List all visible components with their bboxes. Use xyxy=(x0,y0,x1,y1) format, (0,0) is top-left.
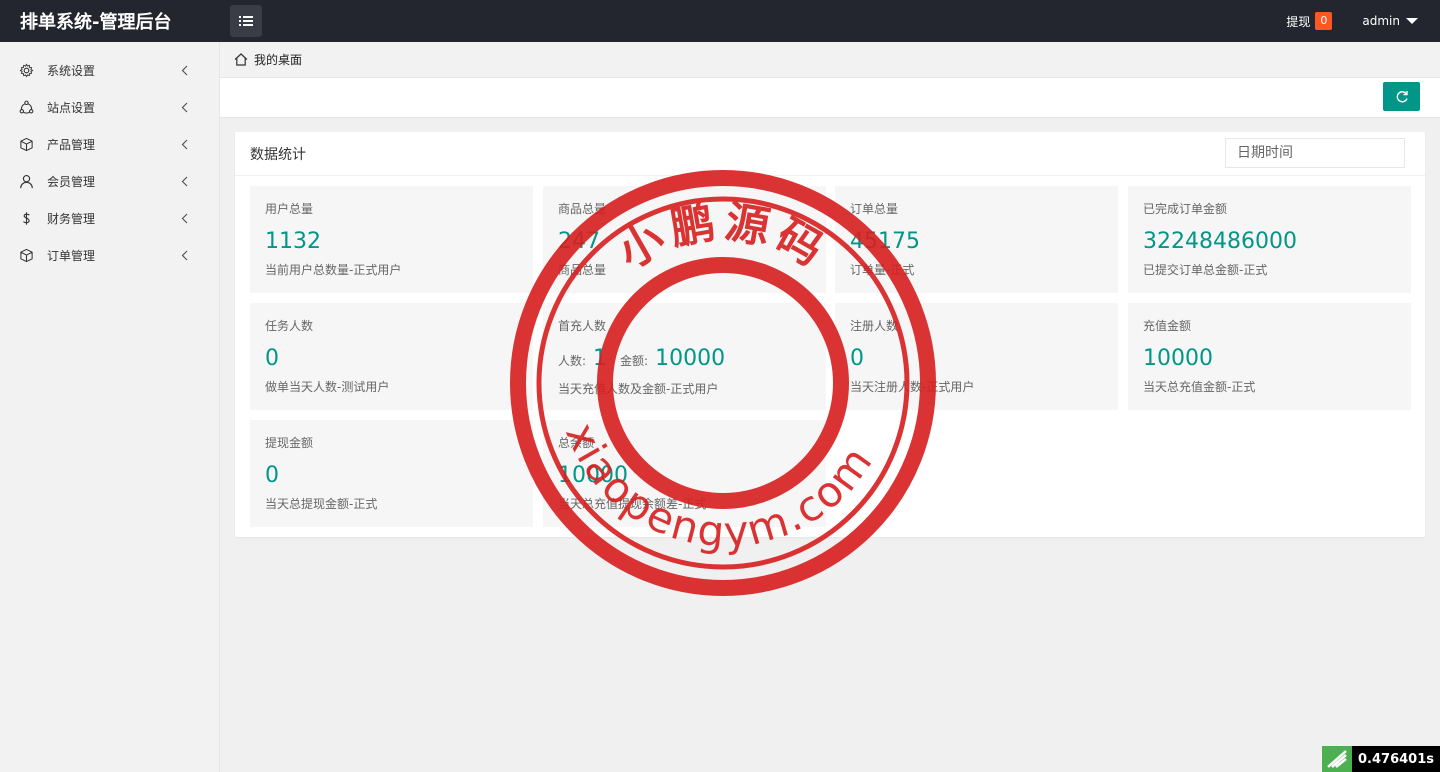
stat-card-total-products: 商品总量 247 商品总量 xyxy=(543,186,826,293)
sidebar-item-label: 产品管理 xyxy=(47,138,96,152)
stat-card-total-balance: 总余额 10000 当天总充值提现余额差-正式 xyxy=(543,420,826,527)
card-desc: 当天总充值金额-正式 xyxy=(1143,380,1256,394)
card-title: 商品总量 xyxy=(558,202,607,216)
breadcrumb: 我的桌面 xyxy=(220,42,1440,78)
sidebar-item-product-management[interactable]: 产品管理 xyxy=(0,126,219,163)
stat-card-first-recharge: 首充人数 人数: 1 金额: 10000 当天充值人数及金额-正式用户 xyxy=(543,303,826,410)
sidebar-item-label: 订单管理 xyxy=(47,249,96,263)
card-desc: 订单量-正式 xyxy=(850,263,915,277)
sidebar-item-label: 会员管理 xyxy=(47,175,96,189)
sidebar: 系统设置 站点设置 产品管理 会员管理 财务管理 订单管理 xyxy=(0,42,220,772)
card-desc: 当天注册人数-正式用户 xyxy=(850,380,975,394)
sidebar-item-label: 财务管理 xyxy=(47,212,96,226)
top-bar: 排单系统-管理后台 提现 0 admin xyxy=(0,0,1440,42)
refresh-button[interactable] xyxy=(1383,82,1420,111)
chevron-left-icon xyxy=(181,102,191,113)
home-icon[interactable] xyxy=(234,53,248,66)
withdraw-label: 提现 xyxy=(1286,14,1311,29)
chevron-left-icon xyxy=(181,176,191,187)
chevron-left-icon xyxy=(181,250,191,261)
box-icon xyxy=(18,137,34,153)
toolbar xyxy=(220,78,1440,118)
date-time-input[interactable] xyxy=(1225,138,1405,168)
card-desc: 当天总充值提现余额差-正式 xyxy=(558,497,707,511)
count-label: 人数: xyxy=(558,354,587,368)
card-title: 总余额 xyxy=(558,436,595,450)
card-title: 注册人数 xyxy=(850,319,899,333)
card-value: 0 xyxy=(265,463,279,488)
sidebar-item-order-management[interactable]: 订单管理 xyxy=(0,237,219,274)
card-value: 32248486000 xyxy=(1143,229,1297,254)
card-title: 首充人数 xyxy=(558,319,607,333)
site-icon xyxy=(18,100,34,116)
list-icon xyxy=(239,16,253,26)
card-title: 订单总量 xyxy=(850,202,899,216)
card-title: 任务人数 xyxy=(265,319,314,333)
sidebar-item-label: 系统设置 xyxy=(47,64,96,78)
card-value: 10000 xyxy=(1143,346,1213,371)
chevron-left-icon xyxy=(181,213,191,224)
user-menu[interactable]: admin xyxy=(1362,14,1418,28)
withdraw-count-badge: 0 xyxy=(1315,12,1333,30)
card-title: 提现金额 xyxy=(265,436,314,450)
stat-card-withdraw-amount: 提现金额 0 当天总提现金额-正式 xyxy=(250,420,533,527)
amount-value: 10000 xyxy=(655,346,726,371)
sidebar-item-member-management[interactable]: 会员管理 xyxy=(0,163,219,200)
user-icon xyxy=(18,174,34,190)
stats-panel-header: 数据统计 xyxy=(235,132,1425,176)
card-value: 0 xyxy=(850,346,864,371)
main-content: 我的桌面 数据统计 用户总量 1132 当前用户总数量-正式用户 商品总量 24… xyxy=(220,42,1440,772)
stat-card-recharge-amount: 充值金额 10000 当天总充值金额-正式 xyxy=(1128,303,1411,410)
refresh-icon xyxy=(1396,90,1408,102)
breadcrumb-current[interactable]: 我的桌面 xyxy=(254,51,302,68)
panel-title: 数据统计 xyxy=(250,146,306,163)
sidebar-item-finance-management[interactable]: 财务管理 xyxy=(0,200,219,237)
card-title: 已完成订单金额 xyxy=(1143,202,1228,216)
sidebar-item-system-settings[interactable]: 系统设置 xyxy=(0,52,219,89)
withdraw-link[interactable]: 提现 0 xyxy=(1286,12,1333,30)
card-value: 247 xyxy=(558,229,600,254)
stat-card-task-users: 任务人数 0 做单当天人数-测试用户 xyxy=(250,303,533,410)
chevron-left-icon xyxy=(181,139,191,150)
app-title: 排单系统-管理后台 xyxy=(20,12,172,33)
card-value: 45175 xyxy=(850,229,920,254)
user-name: admin xyxy=(1362,14,1400,28)
sidebar-item-site-settings[interactable]: 站点设置 xyxy=(0,89,219,126)
stat-card-total-users: 用户总量 1132 当前用户总数量-正式用户 xyxy=(250,186,533,293)
menu-toggle-button[interactable] xyxy=(230,5,262,37)
stats-panel: 数据统计 用户总量 1132 当前用户总数量-正式用户 商品总量 247 商品总… xyxy=(235,132,1425,537)
card-value: 1132 xyxy=(265,229,321,254)
render-time-value: 0.476401s xyxy=(1352,746,1440,772)
stat-card-total-orders: 订单总量 45175 订单量-正式 xyxy=(835,186,1118,293)
card-title: 用户总量 xyxy=(265,202,314,216)
amount-label: 金额: xyxy=(620,354,649,368)
card-desc: 做单当天人数-测试用户 xyxy=(265,380,390,394)
logo-icon xyxy=(1322,746,1352,772)
chevron-left-icon xyxy=(181,65,191,76)
caret-down-icon xyxy=(1406,18,1418,24)
gear-icon xyxy=(18,63,34,79)
card-desc: 当天充值人数及金额-正式用户 xyxy=(558,382,719,396)
stat-card-completed-order-amount: 已完成订单金额 32248486000 已提交订单总金额-正式 xyxy=(1128,186,1411,293)
dollar-icon xyxy=(18,211,34,227)
card-desc: 商品总量 xyxy=(558,263,607,277)
card-value: 人数: 1 金额: 10000 xyxy=(558,346,811,374)
stat-card-registered-users: 注册人数 0 当天注册人数-正式用户 xyxy=(835,303,1118,410)
card-title: 充值金额 xyxy=(1143,319,1192,333)
count-value: 1 xyxy=(593,346,608,371)
card-value: 10000 xyxy=(558,463,628,488)
sidebar-item-label: 站点设置 xyxy=(47,101,96,115)
box-icon xyxy=(18,248,34,264)
card-desc: 已提交订单总金额-正式 xyxy=(1143,263,1268,277)
card-desc: 当天总提现金额-正式 xyxy=(265,497,378,511)
card-value: 0 xyxy=(265,346,279,371)
render-time-badge: 0.476401s xyxy=(1322,746,1440,772)
card-desc: 当前用户总数量-正式用户 xyxy=(265,263,402,277)
